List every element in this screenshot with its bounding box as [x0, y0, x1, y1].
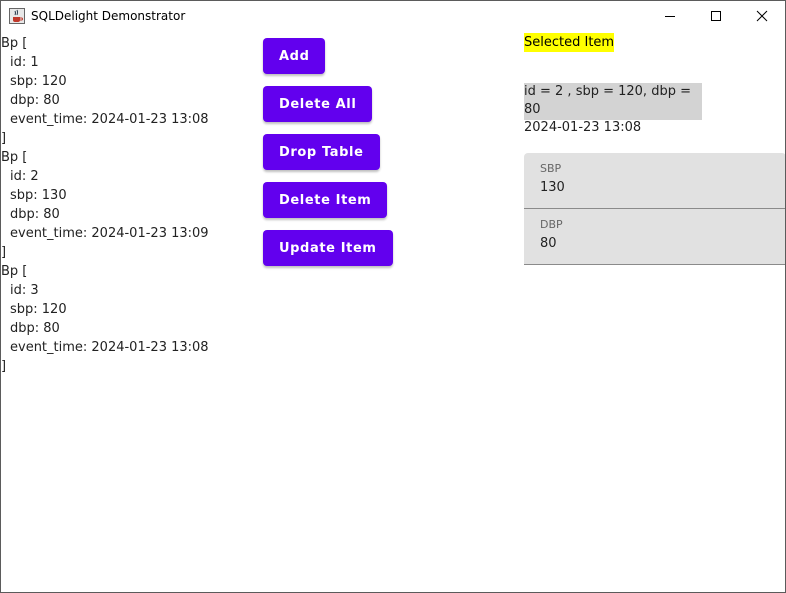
record-open: Bp [ — [1, 264, 28, 279]
record-sbp: sbp: 120 — [10, 74, 67, 89]
maximize-button[interactable] — [693, 1, 739, 31]
app-window: SQLDelight Demonstrator Bp [ id: 1 sbp: … — [0, 0, 786, 593]
record-sbp: sbp: 120 — [10, 302, 67, 317]
record-item: Bp [ id: 1 sbp: 120 dbp: 80 event_time: … — [1, 34, 209, 148]
record-event-time: event_time: 2024-01-23 13:08 — [10, 112, 209, 127]
record-sbp: sbp: 130 — [10, 188, 67, 203]
delete-all-button[interactable]: Delete All — [263, 86, 373, 122]
dbp-field-label: DBP — [540, 218, 563, 231]
record-dbp: dbp: 80 — [10, 207, 60, 222]
record-dbp: dbp: 80 — [10, 93, 60, 108]
minimize-button[interactable] — [647, 1, 693, 31]
main-content: Bp [ id: 1 sbp: 120 dbp: 80 event_time: … — [1, 31, 785, 592]
record-close: ] — [1, 131, 7, 146]
sbp-field-label: SBP — [540, 162, 562, 175]
close-icon — [756, 10, 768, 22]
delete-item-button[interactable]: Delete Item — [263, 182, 388, 218]
selected-item-box[interactable]: id = 2 , sbp = 120, dbp = 80 2024-01-23 … — [524, 83, 702, 135]
dbp-field-value[interactable]: 80 — [540, 236, 557, 251]
window-title: SQLDelight Demonstrator — [31, 9, 186, 23]
selected-item-label: Selected Item — [524, 33, 615, 52]
sbp-field[interactable]: SBP 130 — [524, 153, 785, 209]
selected-item-values: id = 2 , sbp = 120, dbp = 80 — [524, 84, 691, 117]
record-open: Bp [ — [1, 150, 28, 165]
record-item: Bp [ id: 3 sbp: 120 dbp: 80 event_time: … — [1, 262, 209, 376]
record-id: id: 1 — [10, 55, 39, 70]
selected-item-time: 2024-01-23 13:08 — [524, 120, 642, 135]
record-event-time: event_time: 2024-01-23 13:08 — [10, 340, 209, 355]
java-cup-icon — [9, 8, 25, 24]
record-id: id: 2 — [10, 169, 39, 184]
record-item: Bp [ id: 2 sbp: 130 dbp: 80 event_time: … — [1, 148, 209, 262]
record-close: ] — [1, 245, 7, 260]
record-close: ] — [1, 359, 7, 374]
maximize-icon — [711, 11, 721, 21]
title-bar[interactable]: SQLDelight Demonstrator — [1, 1, 785, 31]
record-event-time: event_time: 2024-01-23 13:09 — [10, 226, 209, 241]
add-button[interactable]: Add — [263, 38, 326, 74]
minimize-icon — [665, 16, 675, 17]
record-id: id: 3 — [10, 283, 39, 298]
sbp-field-value[interactable]: 130 — [540, 180, 565, 195]
records-list: Bp [ id: 1 sbp: 120 dbp: 80 event_time: … — [1, 34, 209, 376]
record-open: Bp [ — [1, 36, 28, 51]
record-dbp: dbp: 80 — [10, 321, 60, 336]
close-button[interactable] — [739, 1, 785, 31]
update-item-button[interactable]: Update Item — [263, 230, 393, 266]
dbp-field[interactable]: DBP 80 — [524, 209, 785, 265]
drop-table-button[interactable]: Drop Table — [263, 134, 380, 170]
